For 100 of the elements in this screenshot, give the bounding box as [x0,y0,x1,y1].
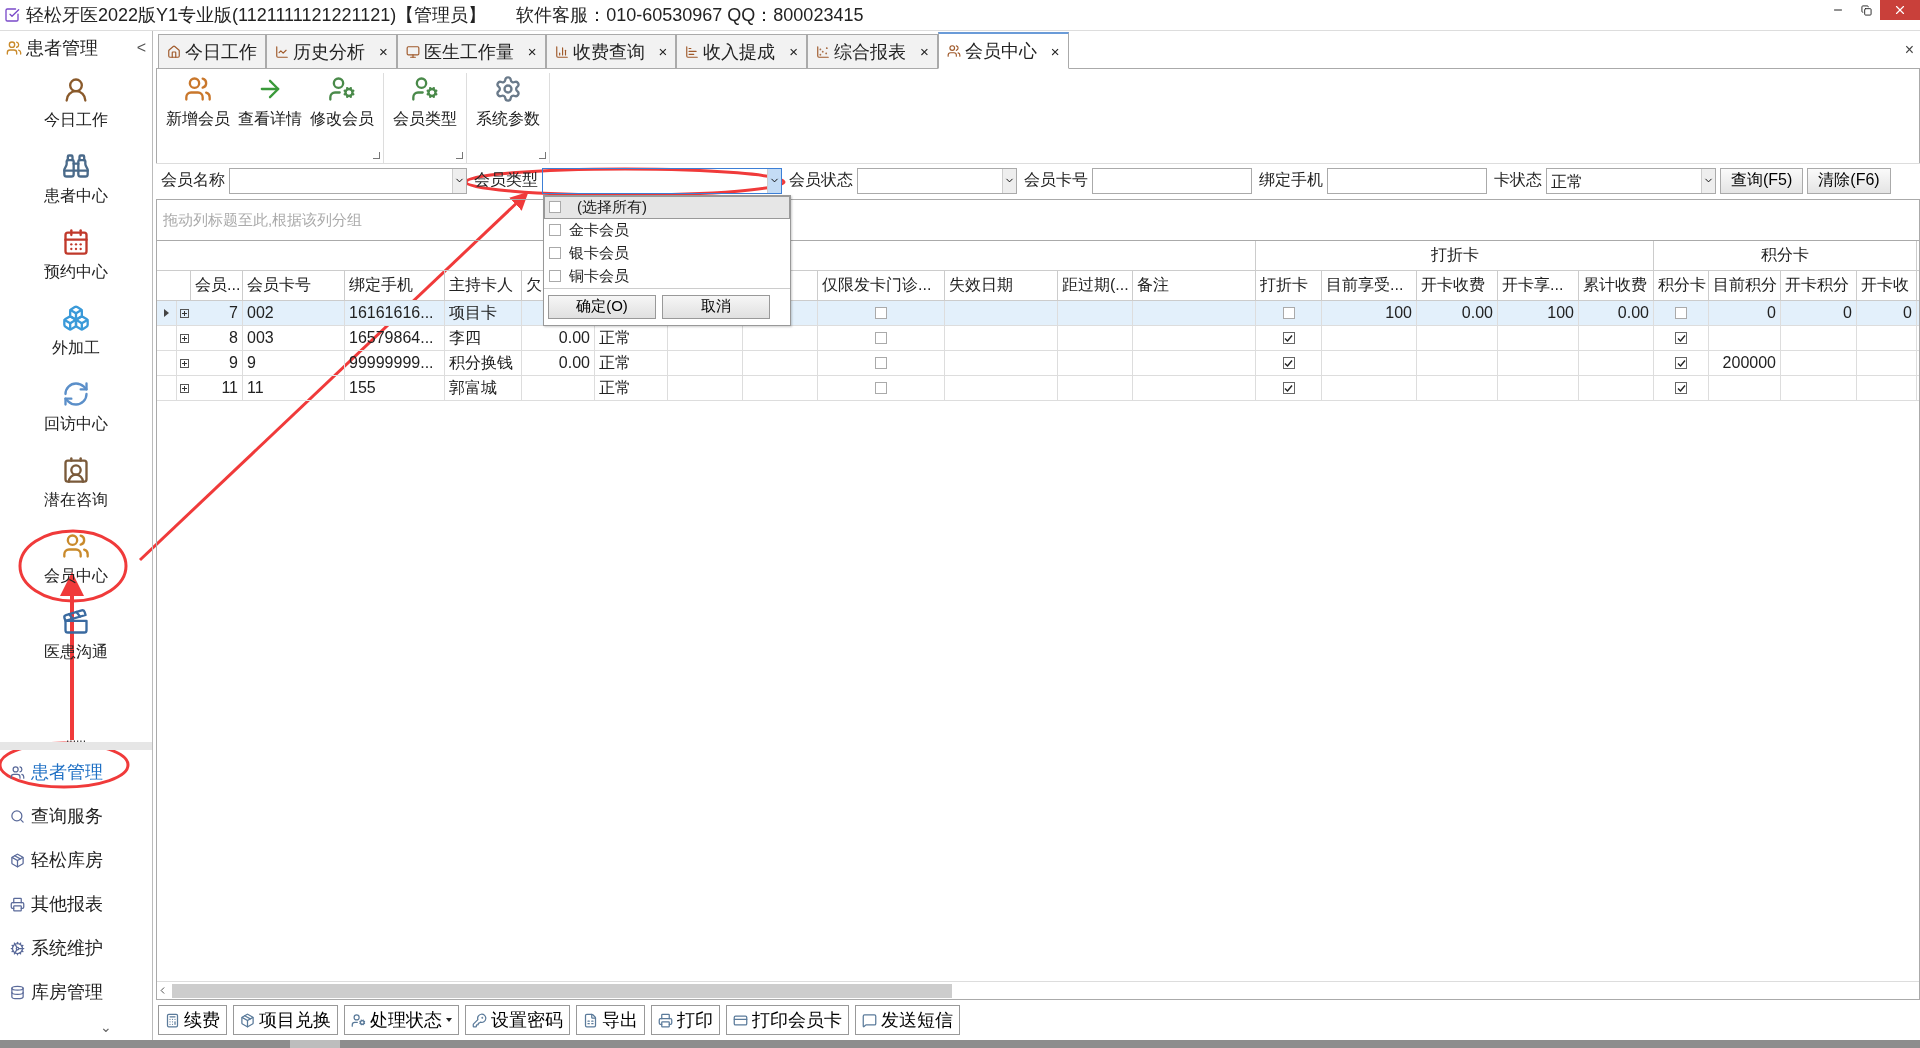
column-header[interactable]: 目前享受... [1326,275,1404,296]
tab[interactable]: 综合报表 × [807,34,938,68]
column-header[interactable]: 目前积分 [1713,275,1777,296]
checkbox[interactable] [875,357,887,369]
expand-icon[interactable] [179,333,189,343]
filter-combo[interactable]: 正常 [1546,167,1716,194]
checkbox[interactable] [1675,382,1687,394]
tab[interactable]: 会员中心 × [937,32,1069,69]
column-header[interactable]: 打折卡 [1260,275,1308,296]
column-header[interactable]: 开卡收费 [1421,275,1485,296]
column-header[interactable]: 距过期(... [1062,275,1129,296]
group-launcher-icon[interactable] [456,152,463,159]
filter-combo[interactable] [857,167,1017,194]
checkbox[interactable] [1675,357,1687,369]
checkbox[interactable] [1282,307,1295,319]
checkbox[interactable] [1282,382,1295,394]
tab[interactable]: 今日工作 [158,34,266,68]
dropdown-button[interactable] [1701,168,1715,193]
column-header[interactable]: 开卡享... [1502,275,1564,296]
dropdown-item[interactable]: 金卡会员 [544,218,790,242]
dropdown-item[interactable]: 铜卡会员 [544,264,790,288]
expand-icon[interactable] [179,308,189,318]
toolbar-button[interactable]: 设置密码 [465,1005,570,1035]
sidebar-item[interactable]: 潜在咨询 [11,445,141,521]
group-launcher-icon[interactable] [539,152,546,159]
group-launcher-icon[interactable] [373,152,380,159]
checkbox[interactable] [1282,332,1295,344]
column-header[interactable]: 仅限发卡门诊... [822,275,932,296]
column-header[interactable]: 开卡积分 [1785,275,1849,296]
filter-combo[interactable] [229,167,467,194]
checkbox[interactable] [549,224,561,236]
column-header[interactable]: 主持卡人 [449,275,513,296]
tab-close-button[interactable]: × [648,43,668,60]
checkbox[interactable] [549,201,561,213]
nav-group[interactable]: 轻松库房 [0,838,152,882]
nav-group[interactable]: 系统维护 [0,926,152,970]
toolbar-button[interactable]: 打印会员卡 [726,1005,849,1035]
horizontal-scrollbar[interactable] [157,981,1919,999]
column-header[interactable]: 欠 [526,275,542,296]
sidebar-item[interactable]: 今日工作 [11,65,141,141]
sidebar-item[interactable]: 会员中心 [11,521,141,597]
checkbox[interactable] [875,307,887,319]
ribbon-button[interactable]: 会员类型 [390,73,460,135]
dropdown-item[interactable]: 银卡会员 [544,241,790,265]
nav-group[interactable]: 其他报表 [0,882,152,926]
tab[interactable]: 医生工作量 × [396,34,546,68]
column-header[interactable]: 失效日期 [949,275,1013,296]
toolbar-button[interactable]: 导出 [576,1005,645,1035]
nav-group[interactable]: 患者管理 [0,750,152,794]
sidebar-item[interactable]: 外加工 [11,293,141,369]
close-all-button[interactable]: × [1898,39,1920,60]
toolbar-button[interactable]: 处理状态 [344,1005,459,1035]
column-header[interactable]: 绑定手机 [349,275,413,296]
query-button[interactable]: 查询(F5) [1720,167,1804,194]
tab-close-button[interactable]: × [517,43,537,60]
expand-icon[interactable] [179,358,189,368]
toolbar-button[interactable]: 发送短信 [855,1005,960,1035]
dropdown-item[interactable]: (选择所有) [544,195,790,219]
column-header[interactable]: 积分卡 [1658,275,1706,296]
query-button[interactable]: 清除(F6) [1807,167,1891,194]
tab[interactable]: 收入提成 × [676,34,808,68]
dropdown-button[interactable]: 取消 [662,294,770,319]
checkbox[interactable] [875,382,887,394]
nav-group[interactable]: 库房管理 [0,970,152,1014]
ribbon-button[interactable]: 系统参数 [473,73,543,135]
more-button[interactable]: ⌄ [0,1014,152,1040]
tab[interactable]: 历史分析 × [266,34,397,68]
ribbon-button[interactable]: 修改会员 [307,73,377,135]
dropdown-button[interactable] [1002,168,1016,193]
ribbon-button[interactable]: 新增会员 [163,73,233,135]
close-button[interactable] [1880,0,1920,20]
ribbon-button[interactable]: 查看详情 [235,73,305,135]
nav-group[interactable]: 查询服务 [0,794,152,838]
checkbox[interactable] [875,332,887,344]
sidebar-item[interactable]: 回访中心 [11,369,141,445]
tab-close-button[interactable]: × [369,43,388,60]
expand-icon[interactable] [179,383,189,393]
toolbar-button[interactable]: 项目兑换 [233,1005,338,1035]
tab-close-button[interactable]: × [910,43,929,60]
sidebar-item[interactable]: 预约中心 [11,217,141,293]
toolbar-button[interactable]: 续费 [158,1005,227,1035]
dropdown-button[interactable]: 确定(O) [548,294,656,319]
checkbox[interactable] [1282,357,1295,369]
sidebar-item[interactable]: 患者中心 [11,141,141,217]
dropdown-button[interactable] [452,168,466,193]
dropdown-button[interactable] [767,168,781,193]
tab-close-button[interactable]: × [779,43,799,60]
checkbox[interactable] [549,270,561,282]
column-header[interactable]: 会员... [195,275,241,296]
tab[interactable]: 收费查询 × [545,34,677,68]
column-header[interactable]: 累计收费 [1583,275,1647,296]
checkbox[interactable] [549,247,561,259]
checkbox[interactable] [1675,332,1687,344]
column-header[interactable]: 备注 [1137,275,1169,296]
toolbar-button[interactable]: 打印 [651,1005,720,1035]
collapse-button[interactable]: < [136,39,146,57]
input-field[interactable] [1092,167,1252,194]
column-header[interactable]: 会员卡号 [247,275,311,296]
tab-close-button[interactable]: × [1040,42,1060,60]
column-header[interactable]: 开卡收 [1861,275,1909,296]
